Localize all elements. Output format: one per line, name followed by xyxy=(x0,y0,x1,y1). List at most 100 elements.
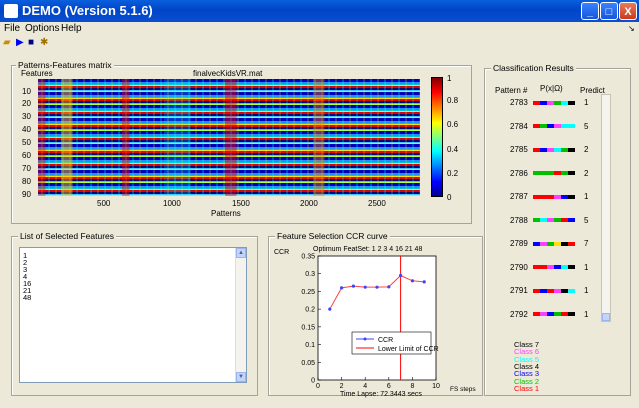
stop-icon[interactable]: ■ xyxy=(28,38,34,48)
ytick: 40 xyxy=(22,125,31,134)
matrix-xlabel: Patterns xyxy=(211,209,241,218)
ytick: 30 xyxy=(22,112,31,121)
probability-segment xyxy=(568,241,575,246)
ccr-point xyxy=(399,273,403,278)
menu-help[interactable]: Help xyxy=(61,22,82,36)
y-axis-label: CCR xyxy=(274,249,289,256)
legend-ccr-marker xyxy=(363,337,367,341)
scroll-up-icon[interactable]: ▲ xyxy=(236,248,246,258)
probability-segment xyxy=(554,100,561,105)
probability-segment xyxy=(568,288,575,293)
menu-dock-arrow-icon[interactable]: ↘ xyxy=(628,22,635,36)
menu-options[interactable]: Options xyxy=(25,22,59,36)
close-button[interactable]: X xyxy=(619,2,637,20)
ccr-point xyxy=(363,285,367,289)
scroll-thumb[interactable] xyxy=(602,313,610,321)
colorbar-tick: 0.2 xyxy=(447,169,459,178)
probability-segment xyxy=(540,100,547,105)
pattern-number: 2784 xyxy=(510,121,528,131)
classification-scrollbar[interactable] xyxy=(601,94,611,322)
probability-bar xyxy=(533,147,575,152)
class-legend-item: Class 1 xyxy=(514,383,540,393)
colorbar-tick: 0.6 xyxy=(447,120,459,129)
probability-segment xyxy=(540,171,547,175)
plot-area xyxy=(317,255,437,381)
ccr-chart: CCR Optimum FeatSet: 1 2 3 4 16 21 480.35… xyxy=(274,246,476,398)
probability-header: P(x|Ω) xyxy=(540,84,563,93)
probability-segment xyxy=(568,147,575,152)
probability-segment xyxy=(568,312,575,316)
play-icon[interactable]: ▶ xyxy=(16,38,24,48)
probability-segment xyxy=(568,218,575,222)
x-tick-label: 2 xyxy=(340,383,344,390)
matlab-app-icon xyxy=(4,4,18,18)
probability-segment xyxy=(540,312,547,316)
matrix-plot-title: finalvecKidsVR.mat xyxy=(193,69,263,78)
patterns-features-heatmap xyxy=(38,79,420,196)
y-tick-label: 0.05 xyxy=(301,360,315,367)
probability-segment xyxy=(547,265,554,269)
probability-segment xyxy=(554,312,561,316)
probability-segment xyxy=(561,288,568,293)
probability-segment xyxy=(540,194,547,199)
probability-segment xyxy=(561,124,568,128)
ytick: 20 xyxy=(22,99,31,108)
list-item[interactable]: 48 xyxy=(23,294,31,302)
maximize-button[interactable]: □ xyxy=(600,2,618,20)
probability-bar xyxy=(533,218,575,222)
probability-segment xyxy=(561,147,568,152)
ccr-point xyxy=(340,286,344,290)
probability-segment xyxy=(561,194,568,199)
predicted-class: 2 xyxy=(584,145,589,154)
probability-segment xyxy=(547,288,554,293)
x-tick-label: 6 xyxy=(387,383,391,390)
ytick: 70 xyxy=(22,164,31,173)
probability-segment xyxy=(540,218,547,222)
probability-segment xyxy=(561,100,568,105)
probability-segment xyxy=(561,265,568,269)
probability-segment xyxy=(533,124,540,128)
y-tick-label: 0.15 xyxy=(301,324,315,331)
pattern-number: 2785 xyxy=(510,145,528,154)
xtick: 2500 xyxy=(368,199,386,208)
probability-segment xyxy=(533,100,540,105)
ytick: 10 xyxy=(22,87,31,96)
selected-features-listbox[interactable]: 1 2 3 4 16 21 48 ▲ ▼ xyxy=(19,247,247,383)
predicted-class: 1 xyxy=(584,192,589,201)
open-folder-icon[interactable]: ▰ xyxy=(3,38,11,48)
pattern-number: 2788 xyxy=(510,215,528,225)
listbox-scrollbar[interactable]: ▲ ▼ xyxy=(235,248,246,382)
colorbar-tick: 0.8 xyxy=(447,96,459,105)
probability-bar xyxy=(533,241,575,246)
predicted-class: 5 xyxy=(584,121,589,131)
probability-segment xyxy=(533,312,540,316)
predicted-class: 7 xyxy=(584,239,589,248)
predicted-class: 5 xyxy=(584,215,589,225)
time-lapse-caption: Time Lapse: 72.3443 secs xyxy=(340,391,422,398)
scroll-down-icon[interactable]: ▼ xyxy=(236,372,246,382)
probability-segment xyxy=(547,124,554,128)
probability-segment xyxy=(547,147,554,152)
probability-segment xyxy=(533,241,540,246)
probability-segment xyxy=(533,265,540,269)
ytick: 60 xyxy=(22,151,31,160)
probability-segment xyxy=(568,265,575,269)
probability-bar xyxy=(533,288,575,293)
y-tick-label: 0.2 xyxy=(305,307,315,314)
classification-title: Classification Results xyxy=(491,63,576,73)
settings-icon[interactable]: ✱ xyxy=(40,38,48,48)
probability-segment xyxy=(568,194,575,199)
y-tick-label: 0 xyxy=(311,378,315,385)
probability-segment xyxy=(533,218,540,222)
probability-bar xyxy=(533,265,575,269)
minimize-button[interactable]: _ xyxy=(581,2,599,20)
probability-segment xyxy=(554,241,561,246)
pattern-number: 2787 xyxy=(510,192,528,201)
probability-segment xyxy=(540,241,547,246)
probability-segment xyxy=(568,100,575,105)
y-tick-label: 0.3 xyxy=(305,271,315,278)
probability-segment xyxy=(554,288,561,293)
pattern-header: Pattern # xyxy=(495,86,528,95)
x-axis-label: FS steps xyxy=(450,386,476,393)
menu-file[interactable]: File xyxy=(4,22,20,36)
